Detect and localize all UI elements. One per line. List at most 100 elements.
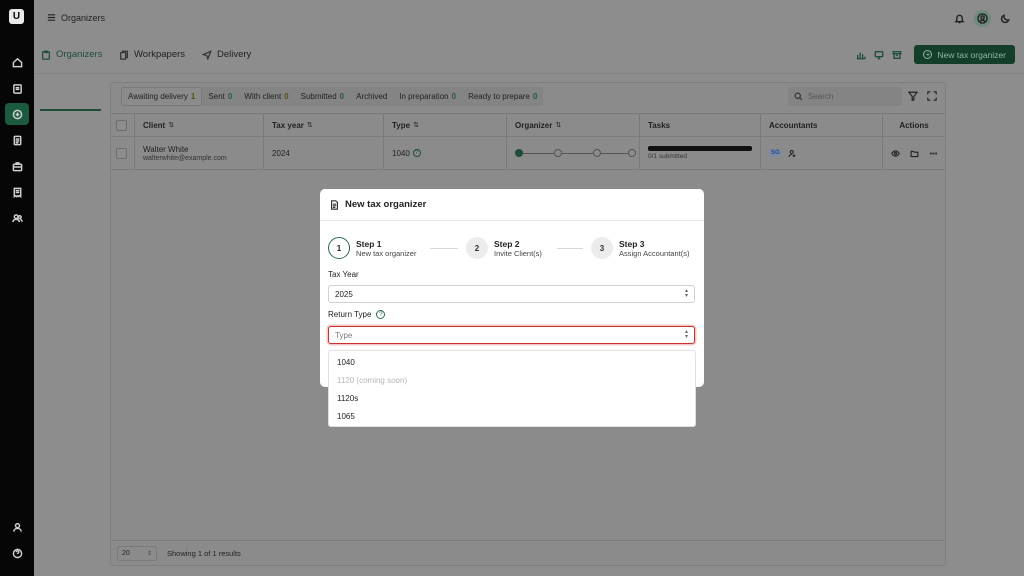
step-3: 3 Step 3 Assign Accountant(s)	[591, 237, 689, 259]
label-text: Return Type	[328, 310, 372, 319]
filter-icon[interactable]	[908, 91, 918, 101]
new-tax-organizer-button[interactable]: + New tax organizer	[914, 45, 1015, 64]
theme-toggle-button[interactable]	[997, 10, 1014, 27]
notifications-button[interactable]	[951, 10, 968, 27]
tab-organizers[interactable]: Organizers	[41, 49, 102, 60]
dialog-title: New tax organizer	[345, 199, 427, 210]
search-input[interactable]: Search	[788, 87, 902, 106]
filter-count: 0	[284, 92, 289, 101]
step-2: 2 Step 2 Invite Client(s)	[466, 237, 542, 259]
app-logo[interactable]: U	[9, 9, 24, 24]
filter-sent[interactable]: Sent 0	[202, 87, 238, 106]
tasks-cell: 0/1 submitted	[640, 137, 761, 169]
option-1040[interactable]: 1040	[329, 353, 695, 371]
tax-year-value: 2024	[272, 148, 290, 158]
option-1120: 1120 (coming soon)	[337, 375, 408, 385]
return-type-label: Return Type ?	[328, 310, 386, 319]
question-icon[interactable]: ?	[412, 149, 421, 157]
step-title: Step 3	[619, 238, 645, 249]
filter-with-client[interactable]: With client 0	[238, 87, 294, 106]
menu-icon[interactable]	[47, 13, 56, 22]
filter-in-preparation[interactable]: In preparation 0	[393, 87, 462, 106]
column-label: Type	[392, 120, 411, 130]
tax-year-cell: 2024	[264, 137, 384, 169]
sidebar-item-team[interactable]	[5, 207, 29, 229]
accountant-badge[interactable]: SG	[769, 149, 782, 157]
step-subtitle: New tax organizer	[356, 248, 417, 258]
label-text: Tax Year	[328, 270, 359, 279]
row-select-cell	[111, 137, 135, 169]
team-icon	[11, 213, 23, 222]
row-checkbox[interactable]	[116, 147, 127, 159]
profile-avatar-button[interactable]	[974, 10, 991, 27]
sidebar-item-help[interactable]	[5, 542, 29, 564]
filter-awaiting-delivery[interactable]: Awaiting delivery 1	[121, 87, 203, 106]
column-label: Tasks	[648, 120, 671, 130]
bar-chart-icon[interactable]	[856, 50, 867, 60]
expand-icon[interactable]	[927, 91, 937, 101]
return-type-select[interactable]: Type ▴ ▾	[328, 326, 695, 344]
column-accountants: Accountants	[761, 114, 883, 136]
filter-archived[interactable]: Archived	[350, 87, 393, 106]
assign-user-icon[interactable]	[788, 149, 797, 158]
step-title: Step 1	[356, 238, 382, 249]
tasks-status: 0/1 submitted	[648, 153, 688, 160]
column-type[interactable]: Type ⇅	[384, 114, 507, 136]
filter-submitted[interactable]: Submitted 0	[295, 87, 350, 106]
button-label: New tax organizer	[937, 49, 1006, 60]
column-tasks: Tasks	[640, 114, 761, 136]
sidebar-item-invoices[interactable]	[5, 181, 29, 203]
filter-ready-to-prepare[interactable]: Ready to prepare 0	[462, 87, 543, 106]
tab-workpapers[interactable]: Workpapers	[119, 49, 185, 60]
monitor-icon[interactable]	[874, 50, 884, 60]
filter-label: In preparation	[399, 92, 449, 101]
organizer-icon	[12, 109, 22, 119]
filter-label: Awaiting delivery	[128, 92, 188, 101]
sidebar-item-profile[interactable]	[5, 516, 29, 538]
sidebar-item-home[interactable]	[5, 51, 29, 73]
accountants-cell: SG	[761, 137, 883, 169]
column-label: Organizer	[515, 120, 553, 130]
page-title: Organizers	[61, 13, 106, 23]
document-icon	[331, 199, 338, 210]
option-1065[interactable]: 1065	[329, 407, 695, 425]
tax-year-select[interactable]: 2025 ▴ ▾	[328, 285, 695, 303]
briefcase-icon	[12, 161, 22, 171]
chevron-updown-icon: ⇕	[146, 550, 152, 557]
sidebar-item-documents[interactable]	[5, 129, 29, 151]
option-1120s[interactable]: 1120s	[329, 389, 695, 407]
chevron-updown-icon: ▴ ▾	[684, 288, 688, 299]
filter-count: 1	[190, 92, 196, 101]
type-value: 1040	[392, 148, 410, 158]
sidebar-item-clients[interactable]	[5, 77, 29, 99]
tab-label: Organizers	[56, 49, 103, 60]
column-organizer[interactable]: Organizer ⇅	[507, 114, 640, 136]
folder-icon[interactable]	[910, 149, 919, 158]
tab-label: Workpapers	[134, 49, 186, 60]
filter-count: 0	[227, 92, 233, 101]
filter-label: Submitted	[300, 92, 337, 101]
search-icon	[794, 92, 803, 101]
clipboard-icon	[42, 50, 50, 60]
column-client[interactable]: Client ⇅	[135, 114, 264, 136]
question-icon[interactable]: ?	[376, 310, 386, 319]
select-all-checkbox[interactable]	[116, 119, 127, 131]
progress-connector	[562, 152, 593, 154]
eye-icon[interactable]	[890, 149, 900, 158]
step-1: 1 Step 1 New tax organizer	[328, 237, 416, 259]
tasks-progress-bar	[648, 146, 752, 151]
sidebar-item-organizers[interactable]	[5, 103, 29, 125]
column-tax-year[interactable]: Tax year ⇅	[264, 114, 384, 136]
sidebar-item-briefcase[interactable]	[5, 155, 29, 177]
column-label: Accountants	[769, 120, 818, 130]
document-icon	[13, 135, 21, 145]
page-size-select[interactable]: 20 ⇕	[117, 545, 157, 561]
archive-icon[interactable]	[892, 50, 902, 60]
tax-year-selected: 2025	[335, 289, 353, 299]
client-name[interactable]: Walter White	[143, 145, 227, 154]
tax-year-label: Tax Year	[328, 270, 359, 279]
table-row[interactable]: Walter White walterwhite@example.com 202…	[111, 137, 945, 170]
tab-delivery[interactable]: Delivery	[202, 49, 251, 60]
more-horizontal-icon[interactable]	[929, 149, 938, 158]
sort-icon: ⇅	[168, 122, 175, 129]
